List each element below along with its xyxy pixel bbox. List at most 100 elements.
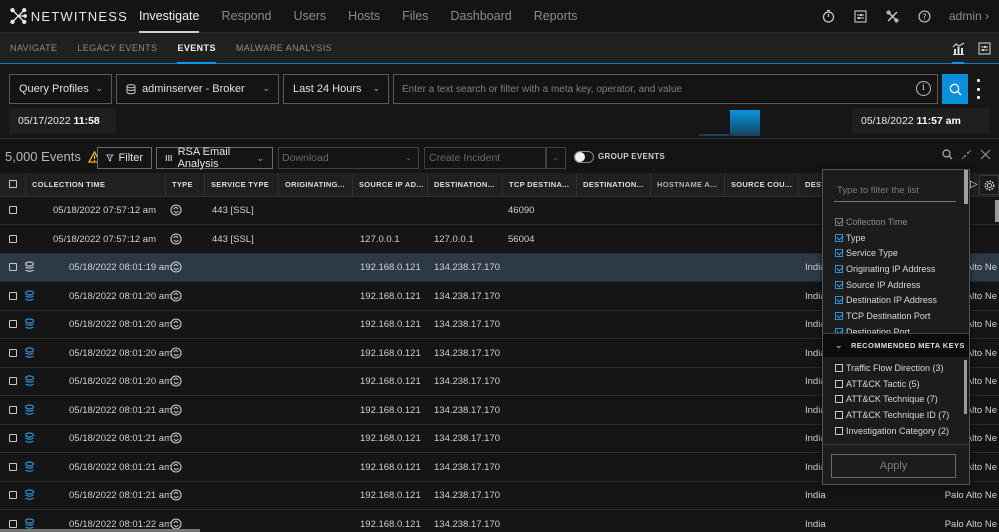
tab-malware-analysis[interactable]: MALWARE ANALYSIS — [226, 33, 342, 64]
timer-icon[interactable] — [813, 0, 845, 33]
row-checkbox[interactable] — [9, 434, 17, 442]
column-group-select[interactable]: RSA Email Analysis ⌄ — [156, 146, 273, 170]
time-range-select[interactable]: Last 24 Hours ⌄ — [283, 74, 389, 104]
column-settings-button[interactable] — [979, 175, 999, 195]
tools-icon[interactable] — [877, 0, 909, 33]
event-group-icon[interactable] — [24, 375, 35, 388]
nav-dashboard[interactable]: Dashboard — [440, 0, 523, 33]
col-originating-ip[interactable]: ORIGINATING... — [278, 173, 352, 197]
table-row[interactable]: 05/18/2022 08:01:21 am 192.168.0.121 134.2… — [0, 482, 999, 510]
row-checkbox[interactable] — [9, 320, 17, 328]
checkbox-icon[interactable] — [835, 410, 843, 419]
column-filter-input[interactable]: Type to filter the list — [834, 182, 956, 202]
row-checkbox[interactable] — [9, 377, 17, 385]
row-checkbox[interactable] — [9, 519, 17, 528]
checkbox-icon[interactable] — [835, 217, 843, 226]
column-option[interactable]: Destination Port — [835, 324, 960, 333]
user-menu[interactable]: admin › — [949, 9, 989, 23]
row-checkbox[interactable] — [9, 234, 17, 243]
row-checkbox[interactable] — [9, 462, 17, 471]
event-group-icon[interactable] — [24, 289, 35, 303]
query-profiles-select[interactable]: Query Profiles ⌄ — [9, 74, 112, 104]
nav-investigate[interactable]: Investigate — [128, 0, 210, 33]
col-hostname-alias[interactable]: HOSTNAME A... — [650, 173, 724, 197]
nav-reports[interactable]: Reports — [523, 0, 589, 33]
query-search-input[interactable] — [394, 75, 899, 103]
event-group-icon[interactable] — [24, 261, 35, 274]
recommended-meta-key-option[interactable]: Traffic Flow Direction (3) — [835, 360, 960, 376]
col-type[interactable]: TYPE — [165, 173, 204, 197]
end-time-display[interactable]: 05/18/2022 11:57 am +00:00 — [852, 108, 990, 153]
download-select[interactable]: Download ⌄ — [278, 147, 419, 169]
checkbox-icon[interactable] — [835, 379, 843, 388]
row-checkbox[interactable] — [9, 206, 17, 214]
col-tcp-destination-port[interactable]: TCP DESTINA... — [502, 173, 576, 197]
picker-scrollbar[interactable] — [964, 170, 968, 204]
recommended-meta-key-option[interactable]: Investigation Category (2) — [835, 423, 960, 439]
checkbox-icon[interactable] — [835, 264, 843, 273]
close-icon[interactable] — [980, 149, 991, 160]
recommended-meta-key-option[interactable]: ATT&CK Technique (7) — [835, 391, 960, 407]
tab-legacy-events[interactable]: LEGACY EVENTS — [67, 33, 167, 64]
settings-sliders-icon[interactable] — [845, 0, 877, 33]
event-histogram[interactable] — [560, 108, 850, 136]
col-source-ip[interactable]: SOURCE IP AD... — [352, 173, 427, 197]
more-options-icon[interactable] — [974, 79, 982, 99]
col-destination-port[interactable]: DESTINATION... — [576, 173, 650, 197]
col-destination-ip[interactable]: DESTINATION... — [427, 173, 502, 197]
row-checkbox[interactable] — [9, 291, 17, 300]
query-search-button[interactable] — [942, 74, 968, 104]
event-group-icon[interactable] — [24, 489, 35, 502]
column-option[interactable]: Source IP Address — [835, 277, 960, 293]
recommended-scrollbar[interactable] — [964, 360, 967, 414]
recommended-meta-key-option[interactable]: ATT&CK Tactic (5) — [835, 376, 960, 392]
row-checkbox[interactable] — [9, 348, 17, 357]
chart-icon[interactable] — [947, 33, 969, 65]
event-group-icon[interactable] — [24, 318, 35, 331]
column-option[interactable]: Destination IP Address — [835, 292, 960, 308]
recommended-meta-keys-header[interactable]: ⌄ RECOMMENDED META KEYS — [823, 333, 969, 357]
table-vertical-scrollbar[interactable] — [995, 200, 999, 222]
nav-hosts[interactable]: Hosts — [337, 0, 391, 33]
recommended-meta-key-option[interactable]: Investigation Context (1) — [835, 438, 960, 440]
column-option[interactable]: Originating IP Address — [835, 261, 960, 277]
col-collection-time[interactable]: COLLECTION TIME — [25, 173, 165, 197]
row-checkbox[interactable] — [9, 405, 17, 414]
event-group-icon[interactable] — [24, 460, 35, 474]
row-checkbox[interactable] — [9, 263, 17, 271]
service-select[interactable]: adminserver - Broker ⌄ — [116, 74, 279, 104]
start-time-display[interactable]: 05/17/2022 11:58 am — [9, 108, 116, 153]
row-checkbox[interactable] — [9, 491, 17, 499]
help-icon[interactable]: ? — [909, 0, 941, 33]
col-service-type[interactable]: SERVICE TYPE — [204, 173, 278, 197]
checkbox-icon[interactable] — [835, 233, 843, 242]
recommended-meta-key-option[interactable]: ATT&CK Technique ID (7) — [835, 407, 960, 423]
search-icon[interactable] — [942, 149, 953, 160]
event-group-icon[interactable] — [24, 432, 35, 445]
event-group-icon[interactable] — [24, 346, 35, 360]
checkbox-icon[interactable] — [835, 426, 843, 435]
checkbox-icon[interactable] — [835, 311, 843, 320]
checkbox-icon[interactable] — [835, 395, 843, 404]
column-option[interactable]: Service Type — [835, 245, 960, 261]
checkbox-icon[interactable] — [835, 296, 843, 305]
apply-button[interactable]: Apply — [831, 454, 956, 478]
tab-navigate[interactable]: NAVIGATE — [0, 33, 67, 64]
column-option[interactable]: Type — [835, 230, 960, 246]
info-icon[interactable]: i — [916, 81, 931, 96]
filter-button[interactable]: Filter — [97, 147, 152, 169]
create-incident-select[interactable]: Create Incident — [424, 147, 546, 169]
panel-settings-icon[interactable] — [973, 33, 995, 64]
collapse-icon[interactable] — [961, 149, 972, 160]
event-group-icon[interactable] — [24, 403, 35, 417]
nav-respond[interactable]: Respond — [210, 0, 282, 33]
select-all-checkbox[interactable] — [0, 173, 25, 197]
nav-files[interactable]: Files — [391, 0, 439, 33]
checkbox-icon[interactable] — [835, 363, 843, 372]
create-incident-dropdown-button[interactable]: ⌄ — [546, 147, 566, 169]
checkbox-icon[interactable] — [835, 280, 843, 289]
checkbox-icon[interactable] — [835, 249, 843, 258]
brand-logo[interactable]: NETWITNESS — [10, 7, 128, 25]
column-option[interactable]: TCP Destination Port — [835, 308, 960, 324]
tab-events[interactable]: EVENTS — [167, 33, 225, 65]
